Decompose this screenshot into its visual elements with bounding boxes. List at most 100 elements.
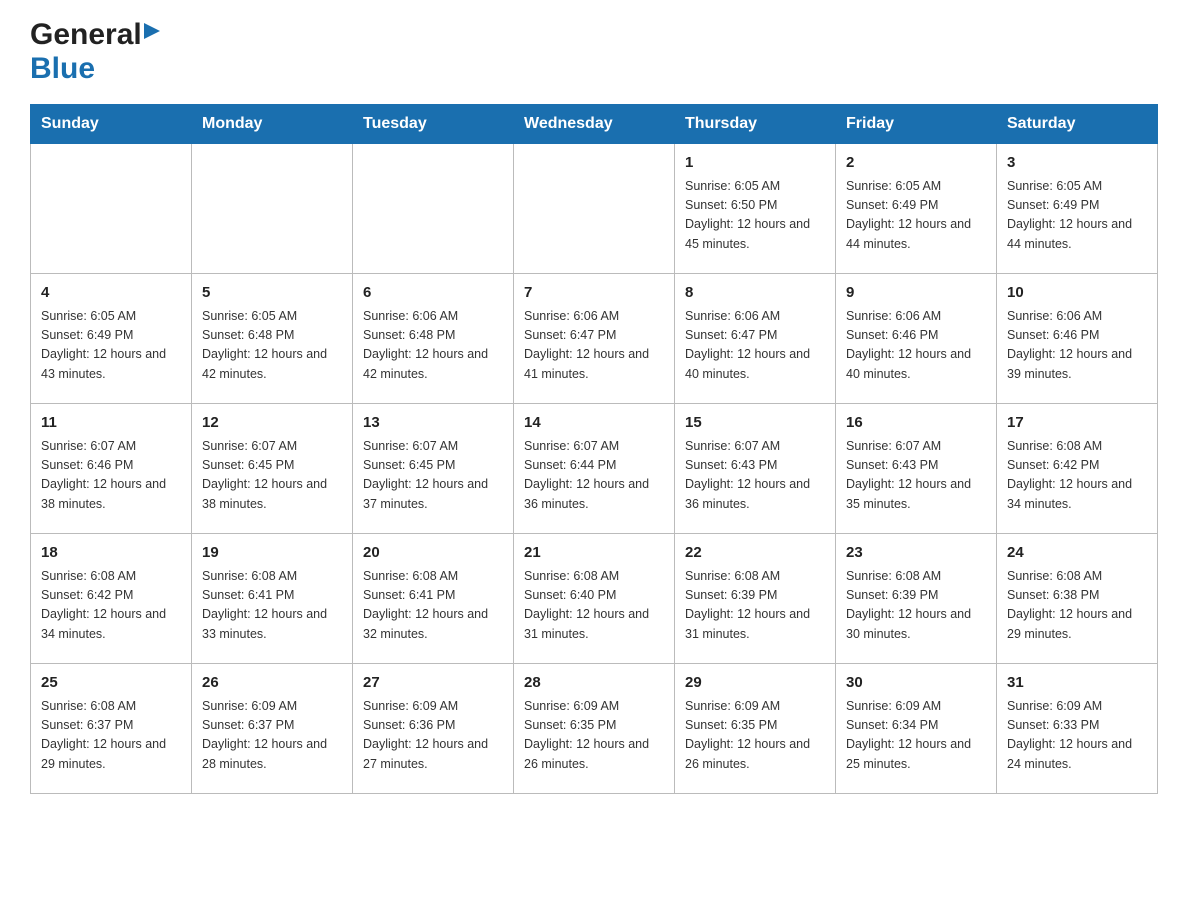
day-info: Sunrise: 6:08 AM Sunset: 6:42 PM Dayligh…	[1007, 437, 1147, 515]
day-number: 26	[202, 672, 342, 695]
calendar-day-23: 23Sunrise: 6:08 AM Sunset: 6:39 PM Dayli…	[836, 534, 997, 664]
calendar-day-30: 30Sunrise: 6:09 AM Sunset: 6:34 PM Dayli…	[836, 664, 997, 794]
calendar-header-thursday: Thursday	[675, 105, 836, 144]
calendar-day-16: 16Sunrise: 6:07 AM Sunset: 6:43 PM Dayli…	[836, 404, 997, 534]
day-number: 14	[524, 412, 664, 435]
calendar-day-20: 20Sunrise: 6:08 AM Sunset: 6:41 PM Dayli…	[353, 534, 514, 664]
day-info: Sunrise: 6:05 AM Sunset: 6:49 PM Dayligh…	[41, 307, 181, 385]
day-number: 23	[846, 542, 986, 565]
calendar-day-empty	[192, 144, 353, 274]
day-info: Sunrise: 6:06 AM Sunset: 6:46 PM Dayligh…	[846, 307, 986, 385]
calendar-day-4: 4Sunrise: 6:05 AM Sunset: 6:49 PM Daylig…	[31, 274, 192, 404]
day-info: Sunrise: 6:08 AM Sunset: 6:40 PM Dayligh…	[524, 567, 664, 645]
calendar-day-15: 15Sunrise: 6:07 AM Sunset: 6:43 PM Dayli…	[675, 404, 836, 534]
day-info: Sunrise: 6:07 AM Sunset: 6:43 PM Dayligh…	[685, 437, 825, 515]
calendar-day-6: 6Sunrise: 6:06 AM Sunset: 6:48 PM Daylig…	[353, 274, 514, 404]
calendar-week-row: 18Sunrise: 6:08 AM Sunset: 6:42 PM Dayli…	[31, 534, 1158, 664]
day-number: 18	[41, 542, 181, 565]
day-number: 15	[685, 412, 825, 435]
day-info: Sunrise: 6:05 AM Sunset: 6:50 PM Dayligh…	[685, 177, 825, 255]
calendar-day-3: 3Sunrise: 6:05 AM Sunset: 6:49 PM Daylig…	[997, 144, 1158, 274]
calendar-day-24: 24Sunrise: 6:08 AM Sunset: 6:38 PM Dayli…	[997, 534, 1158, 664]
day-number: 31	[1007, 672, 1147, 695]
calendar-week-row: 25Sunrise: 6:08 AM Sunset: 6:37 PM Dayli…	[31, 664, 1158, 794]
day-number: 19	[202, 542, 342, 565]
day-number: 16	[846, 412, 986, 435]
day-info: Sunrise: 6:09 AM Sunset: 6:35 PM Dayligh…	[524, 697, 664, 775]
calendar-header-row: SundayMondayTuesdayWednesdayThursdayFrid…	[31, 105, 1158, 144]
day-number: 2	[846, 152, 986, 175]
day-info: Sunrise: 6:09 AM Sunset: 6:33 PM Dayligh…	[1007, 697, 1147, 775]
calendar-week-row: 1Sunrise: 6:05 AM Sunset: 6:50 PM Daylig…	[31, 144, 1158, 274]
logo-general-word: General	[30, 20, 142, 50]
calendar-day-7: 7Sunrise: 6:06 AM Sunset: 6:47 PM Daylig…	[514, 274, 675, 404]
calendar-header-saturday: Saturday	[997, 105, 1158, 144]
day-info: Sunrise: 6:08 AM Sunset: 6:41 PM Dayligh…	[202, 567, 342, 645]
day-info: Sunrise: 6:05 AM Sunset: 6:49 PM Dayligh…	[1007, 177, 1147, 255]
logo: General Blue	[30, 20, 161, 86]
day-info: Sunrise: 6:06 AM Sunset: 6:46 PM Dayligh…	[1007, 307, 1147, 385]
day-info: Sunrise: 6:06 AM Sunset: 6:47 PM Dayligh…	[524, 307, 664, 385]
day-info: Sunrise: 6:05 AM Sunset: 6:48 PM Dayligh…	[202, 307, 342, 385]
calendar-header-tuesday: Tuesday	[353, 105, 514, 144]
calendar-day-9: 9Sunrise: 6:06 AM Sunset: 6:46 PM Daylig…	[836, 274, 997, 404]
logo-flag-icon	[144, 23, 160, 45]
day-info: Sunrise: 6:07 AM Sunset: 6:43 PM Dayligh…	[846, 437, 986, 515]
logo-wordmark: General	[30, 20, 161, 50]
calendar-week-row: 4Sunrise: 6:05 AM Sunset: 6:49 PM Daylig…	[31, 274, 1158, 404]
day-info: Sunrise: 6:09 AM Sunset: 6:37 PM Dayligh…	[202, 697, 342, 775]
calendar-day-22: 22Sunrise: 6:08 AM Sunset: 6:39 PM Dayli…	[675, 534, 836, 664]
day-number: 29	[685, 672, 825, 695]
calendar-day-14: 14Sunrise: 6:07 AM Sunset: 6:44 PM Dayli…	[514, 404, 675, 534]
logo-blue-word: Blue	[30, 52, 95, 86]
day-info: Sunrise: 6:05 AM Sunset: 6:49 PM Dayligh…	[846, 177, 986, 255]
calendar-day-19: 19Sunrise: 6:08 AM Sunset: 6:41 PM Dayli…	[192, 534, 353, 664]
calendar-day-31: 31Sunrise: 6:09 AM Sunset: 6:33 PM Dayli…	[997, 664, 1158, 794]
calendar-day-26: 26Sunrise: 6:09 AM Sunset: 6:37 PM Dayli…	[192, 664, 353, 794]
calendar-day-27: 27Sunrise: 6:09 AM Sunset: 6:36 PM Dayli…	[353, 664, 514, 794]
day-info: Sunrise: 6:08 AM Sunset: 6:41 PM Dayligh…	[363, 567, 503, 645]
day-number: 27	[363, 672, 503, 695]
day-number: 30	[846, 672, 986, 695]
day-number: 11	[41, 412, 181, 435]
calendar-day-21: 21Sunrise: 6:08 AM Sunset: 6:40 PM Dayli…	[514, 534, 675, 664]
day-number: 7	[524, 282, 664, 305]
day-info: Sunrise: 6:09 AM Sunset: 6:34 PM Dayligh…	[846, 697, 986, 775]
day-info: Sunrise: 6:08 AM Sunset: 6:37 PM Dayligh…	[41, 697, 181, 775]
day-number: 13	[363, 412, 503, 435]
calendar-day-18: 18Sunrise: 6:08 AM Sunset: 6:42 PM Dayli…	[31, 534, 192, 664]
day-info: Sunrise: 6:07 AM Sunset: 6:44 PM Dayligh…	[524, 437, 664, 515]
day-number: 4	[41, 282, 181, 305]
day-info: Sunrise: 6:07 AM Sunset: 6:45 PM Dayligh…	[202, 437, 342, 515]
calendar-table: SundayMondayTuesdayWednesdayThursdayFrid…	[30, 104, 1158, 794]
day-number: 3	[1007, 152, 1147, 175]
day-number: 22	[685, 542, 825, 565]
calendar-day-25: 25Sunrise: 6:08 AM Sunset: 6:37 PM Dayli…	[31, 664, 192, 794]
calendar-day-8: 8Sunrise: 6:06 AM Sunset: 6:47 PM Daylig…	[675, 274, 836, 404]
calendar-header-monday: Monday	[192, 105, 353, 144]
calendar-day-17: 17Sunrise: 6:08 AM Sunset: 6:42 PM Dayli…	[997, 404, 1158, 534]
calendar-day-empty	[31, 144, 192, 274]
day-info: Sunrise: 6:09 AM Sunset: 6:36 PM Dayligh…	[363, 697, 503, 775]
day-number: 1	[685, 152, 825, 175]
calendar-header-sunday: Sunday	[31, 105, 192, 144]
day-number: 12	[202, 412, 342, 435]
day-number: 24	[1007, 542, 1147, 565]
day-number: 21	[524, 542, 664, 565]
calendar-day-29: 29Sunrise: 6:09 AM Sunset: 6:35 PM Dayli…	[675, 664, 836, 794]
day-info: Sunrise: 6:06 AM Sunset: 6:48 PM Dayligh…	[363, 307, 503, 385]
calendar-day-5: 5Sunrise: 6:05 AM Sunset: 6:48 PM Daylig…	[192, 274, 353, 404]
day-info: Sunrise: 6:06 AM Sunset: 6:47 PM Dayligh…	[685, 307, 825, 385]
day-info: Sunrise: 6:07 AM Sunset: 6:46 PM Dayligh…	[41, 437, 181, 515]
day-number: 6	[363, 282, 503, 305]
day-number: 25	[41, 672, 181, 695]
page-header: General Blue	[30, 20, 1158, 86]
calendar-day-empty	[514, 144, 675, 274]
day-info: Sunrise: 6:08 AM Sunset: 6:39 PM Dayligh…	[685, 567, 825, 645]
day-number: 28	[524, 672, 664, 695]
calendar-day-11: 11Sunrise: 6:07 AM Sunset: 6:46 PM Dayli…	[31, 404, 192, 534]
calendar-header-wednesday: Wednesday	[514, 105, 675, 144]
calendar-day-2: 2Sunrise: 6:05 AM Sunset: 6:49 PM Daylig…	[836, 144, 997, 274]
day-number: 9	[846, 282, 986, 305]
calendar-header-friday: Friday	[836, 105, 997, 144]
